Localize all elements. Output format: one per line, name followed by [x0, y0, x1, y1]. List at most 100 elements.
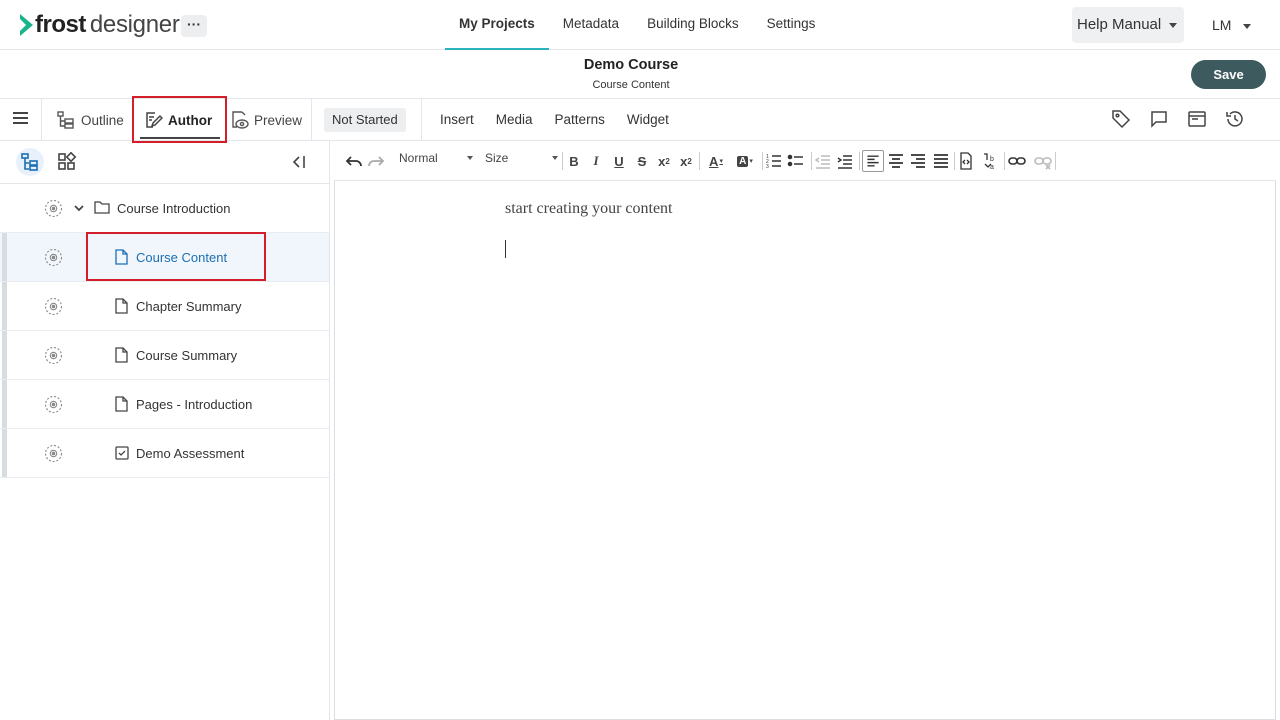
assessment-checkbox-icon [115, 446, 129, 460]
status-dot-icon[interactable] [44, 297, 63, 316]
tree-item-chapter-summary[interactable]: Chapter Summary [0, 282, 329, 331]
rich-text-toolbar: Normal Size B I U S x2 x2 A▾ A▾ 123 b [334, 141, 1276, 181]
divider [311, 99, 312, 141]
caret-down-icon [552, 156, 558, 160]
logo-text-light: designer [89, 11, 180, 38]
author-tab-highlight [132, 96, 227, 143]
toolbar-divider [762, 152, 763, 170]
outline-icon [57, 111, 74, 129]
status-dot-icon[interactable] [44, 248, 63, 267]
status-dot-icon[interactable] [44, 346, 63, 365]
course-content-highlight [86, 232, 266, 281]
find-replace-icon[interactable]: ba [981, 151, 1001, 171]
course-title-bar: Demo Course Course Content Save [0, 50, 1280, 99]
undo-icon[interactable] [344, 151, 364, 171]
size-select[interactable]: Size [485, 150, 558, 170]
tree-view-button[interactable] [16, 148, 44, 176]
toolbar-divider [699, 152, 700, 170]
unlink-icon[interactable] [1033, 151, 1053, 171]
redo-icon[interactable] [366, 151, 386, 171]
course-outline-sidebar: Course Introduction Course Content Chapt… [0, 141, 330, 720]
format-select[interactable]: Normal [399, 150, 473, 170]
editor-content-area[interactable]: start creating your content [334, 181, 1276, 720]
collapse-sidebar-icon[interactable] [290, 154, 308, 170]
tree-item-course-content[interactable]: Course Content [0, 232, 329, 282]
toolbar-divider [1004, 152, 1005, 170]
link-icon[interactable] [1007, 151, 1027, 171]
tree-item-demo-assessment[interactable]: Demo Assessment [0, 429, 329, 478]
indent-icon[interactable] [835, 151, 855, 171]
panel-icon[interactable] [1186, 108, 1208, 130]
tree-item-pages-introduction[interactable]: Pages - Introduction [0, 380, 329, 429]
status-dot-icon[interactable] [44, 444, 63, 463]
grid-view-icon [58, 152, 77, 170]
underline-button[interactable]: U [609, 151, 629, 171]
tab-building-blocks[interactable]: Building Blocks [633, 0, 753, 50]
italic-button[interactable]: I [586, 151, 606, 171]
tree-item-label: Course Summary [136, 348, 238, 363]
tag-icon[interactable] [1110, 108, 1132, 130]
menu-media[interactable]: Media [485, 99, 544, 141]
size-select-value: Size [485, 151, 509, 165]
content-editor: Normal Size B I U S x2 x2 A▾ A▾ 123 b [334, 141, 1276, 720]
user-initials: LM [1212, 17, 1232, 33]
chevron-down-icon[interactable] [73, 202, 85, 214]
source-code-icon[interactable] [956, 151, 976, 171]
tree-item-course-summary[interactable]: Course Summary [0, 331, 329, 380]
insert-menu-bar: Insert Media Patterns Widget [429, 99, 680, 141]
toolbar-divider [954, 152, 955, 170]
tab-my-projects[interactable]: My Projects [445, 0, 549, 50]
history-icon[interactable] [1224, 108, 1246, 130]
hamburger-menu-icon[interactable] [13, 112, 28, 126]
tab-preview[interactable]: Preview [229, 99, 302, 141]
bold-button[interactable]: B [564, 151, 584, 171]
superscript-button[interactable]: x2 [676, 151, 696, 171]
folder-icon [94, 201, 110, 214]
grid-view-button[interactable] [53, 148, 81, 176]
menu-patterns[interactable]: Patterns [544, 99, 616, 141]
highlight-color-button[interactable]: A ▾ [733, 151, 757, 171]
caret-down-icon [467, 156, 473, 160]
ordered-list-icon[interactable]: 123 [764, 151, 784, 171]
toolbar-divider [562, 152, 563, 170]
help-manual-dropdown[interactable]: Help Manual [1072, 7, 1184, 43]
preview-icon [232, 111, 249, 129]
align-left-button[interactable] [862, 150, 884, 172]
preview-label: Preview [254, 112, 303, 128]
menu-insert[interactable]: Insert [429, 99, 485, 141]
status-dot-icon[interactable] [44, 199, 63, 218]
tree-item-course-introduction[interactable]: Course Introduction [0, 184, 329, 233]
page-icon [115, 396, 128, 412]
align-justify-icon[interactable] [931, 151, 951, 171]
comment-icon[interactable] [1148, 108, 1170, 130]
format-select-value: Normal [399, 151, 438, 165]
caret-down-icon [1243, 23, 1252, 29]
tree-view-icon [21, 153, 38, 171]
tab-metadata[interactable]: Metadata [549, 0, 633, 50]
status-dot-icon[interactable] [44, 395, 63, 414]
frost-designer-logo[interactable]: frost designer [20, 11, 180, 39]
course-title: Demo Course [583, 57, 679, 73]
divider [421, 99, 422, 141]
menu-widget[interactable]: Widget [616, 99, 680, 141]
tab-outline[interactable]: Outline [56, 99, 124, 141]
align-center-icon[interactable] [886, 151, 906, 171]
bullet-list-icon[interactable] [786, 151, 806, 171]
tab-settings[interactable]: Settings [753, 0, 830, 50]
main-nav-tabs: My Projects Metadata Building Blocks Set… [445, 0, 829, 50]
help-manual-label: Help Manual [1077, 16, 1162, 33]
save-button[interactable]: Save [1191, 60, 1266, 89]
status-badge[interactable]: Not Started [324, 108, 406, 132]
text-color-button[interactable]: A ▾ [704, 151, 728, 171]
divider [41, 99, 42, 141]
tree-item-label: Demo Assessment [136, 446, 245, 461]
user-menu-dropdown[interactable]: LM [1212, 7, 1252, 43]
subscript-button[interactable]: x2 [654, 151, 674, 171]
tree-item-label: Chapter Summary [136, 299, 242, 314]
svg-text:3: 3 [766, 164, 769, 170]
outdent-icon[interactable] [813, 151, 833, 171]
align-right-icon[interactable] [908, 151, 928, 171]
strikethrough-button[interactable]: S [632, 151, 652, 171]
outline-label: Outline [81, 112, 124, 128]
more-options-button[interactable]: ··· [181, 15, 207, 37]
